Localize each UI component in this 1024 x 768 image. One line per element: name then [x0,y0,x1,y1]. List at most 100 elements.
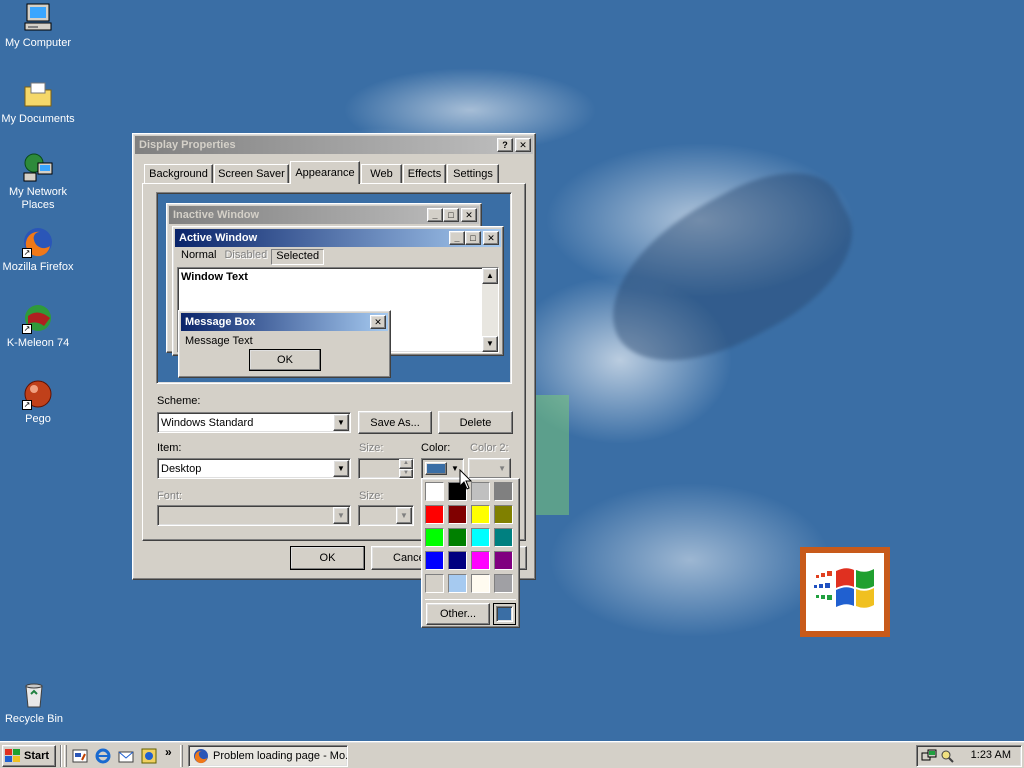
color2-label: Color 2: [470,442,509,454]
save-as-button[interactable]: Save As... [358,411,432,434]
font-size-label: Size: [359,490,384,502]
minimize-icon: _ [449,231,465,245]
ok-button[interactable]: OK [290,546,365,570]
chevron-down-icon[interactable]: ▼ [333,460,349,477]
start-button[interactable]: Start [2,745,56,767]
color-swatch[interactable] [425,528,444,547]
system-tray: 1:23 AM [916,745,1022,767]
preview-menu-normal: Normal [181,249,217,261]
desktop-icon-k-meleon[interactable]: ↗ K-Meleon 74 [0,302,76,350]
dialog-titlebar[interactable]: Display Properties ? ✕ [135,136,533,154]
pego-icon: ↗ [22,378,54,410]
chevron-down-icon: ▼ [333,507,349,524]
maximize-icon: □ [443,208,459,222]
color-swatch[interactable] [494,505,513,524]
clock[interactable]: 1:23 AM [971,749,1011,761]
preview-message-box: Message Box ✕ Message Text OK [178,310,391,378]
help-button[interactable]: ? [497,138,513,152]
windows-logo [800,547,890,637]
scheme-value: Windows Standard [161,416,254,429]
color-button[interactable]: ▼ [421,458,464,479]
preview-window-text: Window Text [181,271,248,283]
color-swatch[interactable] [494,551,513,570]
color-label: Color: [421,442,451,454]
color-swatch[interactable] [448,505,467,524]
other-color-button[interactable]: Other... [426,603,490,625]
network-icon [22,151,54,183]
size-spinner: ▲ ▼ [358,458,414,479]
taskbar: Start » Problem loading page - Mo... 1:2… [0,741,1024,768]
quicklaunch-grip[interactable] [64,745,67,767]
tab-settings[interactable]: Settings [447,164,499,183]
search-tray-icon[interactable] [939,748,955,764]
scroll-up-icon: ▲ [482,268,498,284]
quicklaunch-more-icon[interactable]: » [165,745,172,759]
tab-appearance[interactable]: Appearance [290,161,360,184]
desktop-icon-recycle-bin[interactable]: Recycle Bin [0,678,72,726]
color-swatch[interactable] [448,551,467,570]
color-swatch[interactable] [425,505,444,524]
color-swatch[interactable] [494,528,513,547]
internet-explorer-icon[interactable] [94,747,112,765]
color-swatch[interactable] [448,574,467,593]
close-button[interactable]: ✕ [515,138,531,152]
tab-effects[interactable]: Effects [403,164,446,183]
preview-msgbox-title: Message Box [185,316,256,328]
firefox-icon: ↗ [22,226,54,258]
network-tray-icon[interactable] [921,748,937,764]
color-swatch[interactable] [425,482,444,501]
delete-button[interactable]: Delete [438,411,513,434]
color-swatch[interactable] [471,482,490,501]
desktop-icon-pego[interactable]: ↗ Pego [0,378,76,426]
dialog-title: Display Properties [139,139,236,151]
taskbar-button-firefox[interactable]: Problem loading page - Mo... [188,745,348,767]
firefox-icon [194,749,208,764]
spin-up-icon: ▲ [399,459,413,469]
font-label: Font: [157,490,183,502]
outlook-express-icon[interactable] [117,747,135,765]
color-swatch[interactable] [471,574,490,593]
item-select[interactable]: Desktop ▼ [157,458,351,479]
tab-screen-saver[interactable]: Screen Saver [214,164,289,183]
wallpaper-accent [535,395,569,515]
scheme-select[interactable]: Windows Standard ▼ [157,412,351,433]
preview-menu-disabled: Disabled [224,249,268,261]
color-swatch[interactable] [471,528,490,547]
desktop-icon-my-documents[interactable]: My Documents [0,78,76,126]
font-select: ▼ [157,505,351,526]
desktop-icon-mozilla-firefox[interactable]: ↗ Mozilla Firefox [0,226,76,274]
show-desktop-icon[interactable] [71,747,89,765]
scroll-down-icon: ▼ [482,336,498,352]
media-player-icon[interactable] [140,747,158,765]
chevron-down-icon[interactable]: ▼ [333,414,349,431]
color-swatch[interactable] [471,551,490,570]
desktop-icon-my-computer[interactable]: My Computer [0,2,76,50]
close-icon: ✕ [370,315,386,329]
divider [425,599,516,600]
task-label: Problem loading page - Mo... [213,750,347,762]
tab-web[interactable]: Web [361,164,402,183]
desktop: My Computer My Documents My Network Plac… [0,0,1024,741]
computer-icon [22,2,54,34]
color-swatch[interactable] [425,574,444,593]
scheme-label: Scheme: [157,395,201,407]
color-picker-popup: Other... [421,478,520,628]
task-grip[interactable] [180,745,183,767]
color-swatch[interactable] [425,551,444,570]
color-swatch[interactable] [471,505,490,524]
taskbar-separator [60,745,62,767]
desktop-icon-my-network-places[interactable]: My Network Places [0,151,76,212]
color-swatch[interactable] [448,528,467,547]
shortcut-arrow-icon: ↗ [22,324,32,334]
close-icon: ✕ [483,231,499,245]
preview-menu-selected: Selected [271,249,325,265]
desktop-icon-label: Pego [25,413,51,425]
color-swatch[interactable] [494,574,513,593]
color-swatch[interactable] [494,482,513,501]
windows-flag-icon [5,749,20,762]
mouse-cursor [459,469,473,490]
desktop-icon-label: K-Meleon 74 [6,337,70,349]
desktop-icon-label: Mozilla Firefox [2,261,74,273]
tab-background[interactable]: Background [144,164,213,183]
shortcut-arrow-icon: ↗ [22,400,32,410]
